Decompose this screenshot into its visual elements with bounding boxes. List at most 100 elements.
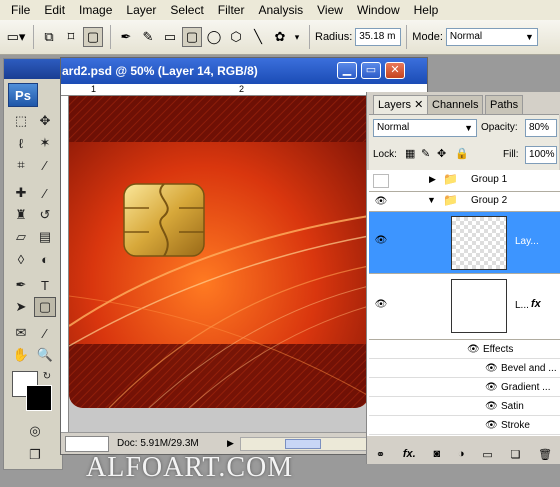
menu-item-help[interactable]: Help [407, 0, 446, 20]
pen-tool-icon[interactable]: ✒ [116, 27, 136, 47]
fx-icon[interactable]: fx. [403, 448, 416, 460]
line-icon[interactable]: ╲ [248, 27, 268, 47]
blur-icon[interactable]: ◊ [10, 249, 32, 269]
pen-icon[interactable]: ✒ [10, 275, 32, 295]
eye-icon[interactable]: 👁 [485, 416, 498, 435]
new-layer-icon[interactable]: ❏ [510, 448, 520, 461]
eye-icon[interactable]: 👁 [485, 378, 498, 397]
visibility-toggle[interactable] [373, 174, 389, 188]
clone-stamp-icon[interactable]: ♜ [10, 205, 32, 225]
lock-paint-icon[interactable]: ✎ [421, 147, 430, 160]
custom-shape-icon[interactable]: ✿ [270, 27, 290, 47]
tab-channels[interactable]: Channels [427, 95, 484, 114]
menu-item-edit[interactable]: Edit [37, 0, 72, 20]
marquee-icon[interactable]: ⬚ [10, 111, 32, 131]
adjustment-icon[interactable]: ◑ [458, 448, 465, 460]
fill-pixels-icon[interactable]: ▢ [83, 27, 103, 47]
radius-input[interactable]: 35.18 m [355, 28, 402, 46]
polygon-icon[interactable]: ⬡ [226, 27, 246, 47]
doc-size-status[interactable]: Doc: 5.91M/29.3M [117, 438, 227, 449]
effects-row[interactable]: 👁 Effects [369, 340, 560, 359]
menu-item-image[interactable]: Image [72, 0, 119, 20]
menu-item-file[interactable]: File [4, 0, 37, 20]
close-icon[interactable]: ✕ [385, 62, 405, 79]
close-icon[interactable]: ✕ [414, 99, 423, 111]
crop-icon[interactable]: ⌗ [10, 155, 32, 175]
notes-icon[interactable]: ✉ [10, 323, 32, 343]
maximize-icon[interactable]: ▭ [361, 62, 381, 79]
magic-wand-icon[interactable]: ✶ [34, 133, 56, 153]
zoom-field[interactable] [65, 435, 109, 452]
lock-position-icon[interactable]: ✥ [437, 147, 446, 160]
eye-icon[interactable]: 👁 [485, 359, 498, 378]
history-brush-icon[interactable]: ↺ [34, 205, 56, 225]
layer-row[interactable]: 👁 L... fx [369, 274, 560, 340]
move-icon[interactable]: ✥ [34, 111, 56, 131]
collapse-icon[interactable]: ▼ [427, 195, 436, 205]
mask-icon[interactable]: ◙ [433, 448, 440, 460]
lock-all-icon[interactable]: 🔒 [455, 147, 469, 160]
eye-icon[interactable]: 👁 [485, 397, 498, 416]
status-menu-icon[interactable]: ▶ [227, 438, 234, 449]
rectangle-icon[interactable]: ▭ [160, 27, 180, 47]
effect-stroke[interactable]: 👁 Stroke [369, 416, 560, 435]
lasso-icon[interactable]: ℓ [10, 133, 32, 153]
eyedropper-icon[interactable]: ⁄ [34, 155, 56, 175]
tool-preset-icon[interactable]: ▭▾ [6, 27, 26, 47]
ellipse-icon[interactable]: ◯ [204, 27, 224, 47]
hand-icon[interactable]: ✋ [10, 345, 32, 365]
canvas[interactable] [69, 96, 369, 433]
menu-item-analysis[interactable]: Analysis [251, 0, 310, 20]
minimize-icon[interactable]: ▁ [337, 62, 357, 79]
gradient-icon[interactable]: ▤ [34, 227, 56, 247]
expand-icon[interactable]: ▶ [429, 174, 436, 185]
healing-brush-icon[interactable]: ✚ [10, 183, 32, 203]
freeform-pen-icon[interactable]: ✎ [138, 27, 158, 47]
menu-item-filter[interactable]: Filter [211, 0, 252, 20]
screen-mode-icon[interactable]: ❐ [24, 445, 46, 465]
eye-icon[interactable]: 👁 [373, 234, 389, 248]
paths-icon[interactable]: ⌑ [61, 27, 81, 47]
layer-group-1[interactable]: ▶ 📁 Group 1 [369, 170, 560, 192]
blend-mode-value: Normal [377, 122, 410, 133]
path-selection-icon[interactable]: ➤ [10, 297, 32, 317]
scroll-thumb[interactable] [284, 438, 321, 449]
effect-gradient[interactable]: 👁 Gradient ... [369, 378, 560, 397]
type-icon[interactable]: T [34, 275, 56, 295]
mode-select[interactable]: Normal ▼ [445, 28, 538, 46]
effect-bevel[interactable]: 👁 Bevel and ... [369, 359, 560, 378]
opacity-input[interactable]: 80% [525, 119, 557, 137]
chevron-down-icon[interactable]: ▾ [292, 27, 302, 47]
dodge-icon[interactable]: ◐ [34, 249, 56, 269]
eye-icon[interactable]: 👁 [373, 298, 389, 312]
group-icon[interactable]: ▭ [482, 448, 492, 461]
effect-satin[interactable]: 👁 Satin [369, 397, 560, 416]
lock-transparent-icon[interactable]: ▦ [405, 147, 415, 160]
zoom-icon[interactable]: 🔍 [34, 345, 56, 365]
eye-icon[interactable]: 👁 [467, 340, 480, 359]
menu-item-layer[interactable]: Layer [119, 0, 163, 20]
menu-item-window[interactable]: Window [350, 0, 407, 20]
eyedropper-tool-icon[interactable]: ⁄ [34, 323, 56, 343]
quick-mask-icon[interactable]: ◎ [24, 421, 46, 441]
menu-item-view[interactable]: View [310, 0, 350, 20]
eraser-icon[interactable]: ▱ [10, 227, 32, 247]
brush-icon[interactable]: ∕ [34, 183, 56, 203]
link-icon[interactable]: ⚭ [376, 448, 385, 461]
rounded-rectangle-icon[interactable]: ▢ [182, 27, 202, 47]
layer-group-2[interactable]: 👁 ▼ 📁 Group 2 [369, 192, 560, 212]
radius-label: Radius: [315, 31, 353, 43]
fill-input[interactable]: 100% [525, 146, 557, 164]
tab-paths[interactable]: Paths [485, 95, 524, 114]
toolbox-header[interactable] [4, 59, 62, 79]
layer-selected[interactable]: 👁 Lay... [369, 212, 560, 274]
swap-colors-icon[interactable]: ↻ [40, 369, 54, 383]
rounded-rectangle-tool-icon[interactable]: ▢ [34, 297, 56, 317]
tab-layers[interactable]: Layers ✕ [373, 95, 429, 114]
foreground-color-swatch[interactable] [26, 385, 52, 411]
blend-mode-select[interactable]: Normal ▼ [373, 119, 477, 137]
trash-icon[interactable]: 🗑 [538, 448, 552, 461]
eye-icon[interactable]: 👁 [373, 195, 389, 209]
menu-item-select[interactable]: Select [163, 0, 210, 20]
shape-layers-icon[interactable]: ⧉ [39, 27, 59, 47]
